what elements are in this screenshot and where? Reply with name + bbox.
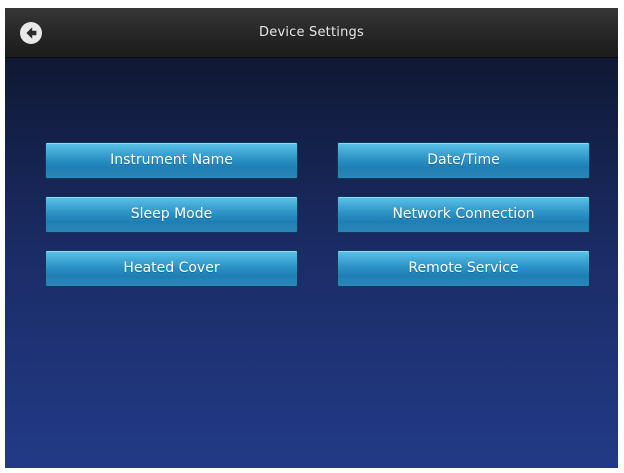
remote-service-button[interactable]: Remote Service [337, 250, 590, 287]
instrument-name-button[interactable]: Instrument Name [45, 142, 298, 179]
arrow-left-circle-icon [20, 22, 42, 44]
heated-cover-button[interactable]: Heated Cover [45, 250, 298, 287]
title-bar: Device Settings [5, 8, 618, 58]
page-title: Device Settings [259, 25, 364, 40]
date-time-button[interactable]: Date/Time [337, 142, 590, 179]
network-connection-button[interactable]: Network Connection [337, 196, 590, 233]
sleep-mode-button[interactable]: Sleep Mode [45, 196, 298, 233]
device-settings-screen: Device Settings Instrument Name Date/Tim… [5, 8, 618, 468]
back-button[interactable] [19, 21, 43, 45]
